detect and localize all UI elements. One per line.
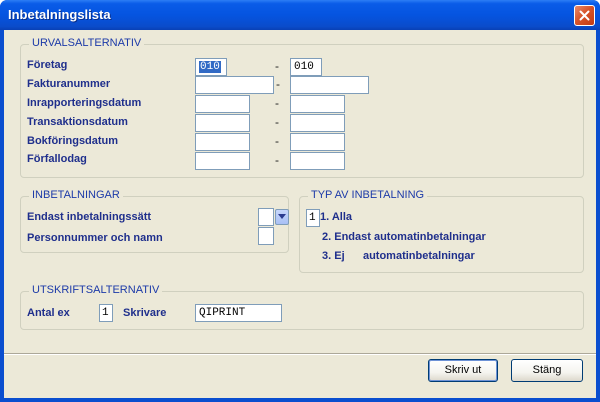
forfallodag-dash: - <box>275 153 279 167</box>
window-close-button[interactable] <box>574 5 595 26</box>
chevron-down-icon <box>278 214 286 219</box>
close-icon <box>579 10 590 21</box>
endast-inbetalningssatt-field[interactable] <box>258 208 274 226</box>
typ-option-alla: 1. Alla <box>320 211 352 223</box>
typ-av-inbetalning-group-title: TYP AV INBETALNING <box>308 189 428 201</box>
forfallodag-label: Förfallodag <box>27 153 87 165</box>
transaktionsdatum-dash: - <box>275 115 279 129</box>
inrapporteringsdatum-dash: - <box>275 96 279 110</box>
fakturanummer-to-field[interactable] <box>290 76 369 94</box>
close-button[interactable]: Stäng <box>511 359 583 382</box>
bokforingsdatum-dash: - <box>275 134 279 148</box>
foretag-label: Företag <box>27 59 68 71</box>
dialog-window: Inbetalningslista URVALSALTERNATIV Föret… <box>0 0 600 402</box>
window-title: Inbetalningslista <box>8 7 111 22</box>
urval-group: URVALSALTERNATIV Företag 010 - 010 Faktu… <box>20 37 584 178</box>
inbetalningar-group-title: INBETALNINGAR <box>29 189 123 201</box>
title-bar[interactable]: Inbetalningslista <box>0 0 600 30</box>
urval-group-title: URVALSALTERNATIV <box>29 37 145 49</box>
inrapporteringsdatum-to-field[interactable] <box>290 95 345 113</box>
button-divider <box>4 353 596 355</box>
utskrift-group-title: UTSKRIFTSALTERNATIV <box>29 284 163 296</box>
typ-av-inbetalning-group: TYP AV INBETALNING 1 1. Alla 2. Endast a… <box>299 189 584 273</box>
utskrift-group: UTSKRIFTSALTERNATIV Antal ex 1 Skrivare … <box>20 284 584 330</box>
transaktionsdatum-label: Transaktionsdatum <box>27 116 128 128</box>
inrapporteringsdatum-label: Inrapporteringsdatum <box>27 97 142 109</box>
transaktionsdatum-to-field[interactable] <box>290 114 345 132</box>
personnummer-och-namn-field[interactable] <box>258 227 274 245</box>
forfallodag-to-field[interactable] <box>290 152 345 170</box>
forfallodag-from-field[interactable] <box>195 152 250 170</box>
skrivare-field[interactable]: QIPRINT <box>195 304 282 322</box>
inbetalningar-group: INBETALNINGAR Endast inbetalningssätt Pe… <box>20 189 289 253</box>
fakturanummer-dash: - <box>276 77 280 91</box>
skrivare-label: Skrivare <box>123 307 167 319</box>
print-button[interactable]: Skriv ut <box>428 359 498 382</box>
bokforingsdatum-to-field[interactable] <box>290 133 345 151</box>
personnummer-och-namn-label: Personnummer och namn <box>27 232 163 244</box>
typ-option-endast-automat: 2. Endast automatinbetalningar <box>322 231 486 243</box>
fakturanummer-from-field[interactable] <box>195 76 274 94</box>
fakturanummer-label: Fakturanummer <box>27 78 111 90</box>
transaktionsdatum-from-field[interactable] <box>195 114 250 132</box>
bokforingsdatum-from-field[interactable] <box>195 133 250 151</box>
antal-ex-label: Antal ex <box>27 307 70 319</box>
foretag-to-field[interactable]: 010 <box>290 58 322 76</box>
foretag-dash: - <box>275 59 279 73</box>
dialog-body: URVALSALTERNATIV Företag 010 - 010 Faktu… <box>4 30 596 398</box>
foretag-from-field[interactable]: 010 <box>195 58 227 76</box>
endast-inbetalningssatt-dropdown-button[interactable] <box>275 209 289 225</box>
bokforingsdatum-label: Bokföringsdatum <box>27 135 119 147</box>
endast-inbetalningssatt-label: Endast inbetalningssätt <box>27 211 152 223</box>
inrapporteringsdatum-from-field[interactable] <box>195 95 250 113</box>
typ-av-inbetalning-field[interactable]: 1 <box>306 209 320 227</box>
antal-ex-field[interactable]: 1 <box>99 304 113 322</box>
typ-option-ej-automat: 3. Ej automatinbetalningar <box>322 250 475 262</box>
